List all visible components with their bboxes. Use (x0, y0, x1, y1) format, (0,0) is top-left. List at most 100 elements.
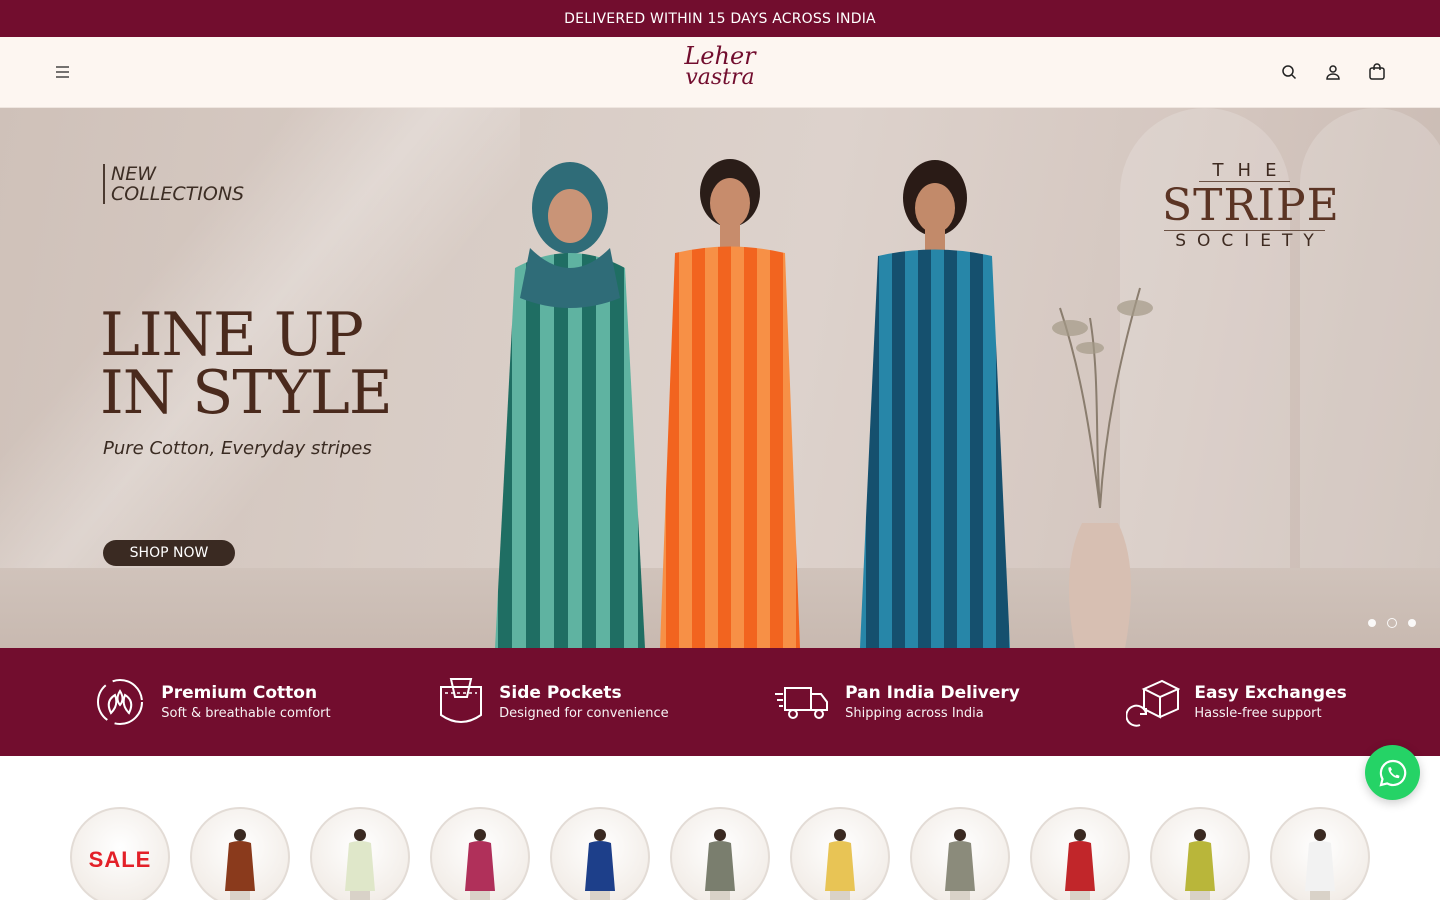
collection-society: SOCIETY (1164, 230, 1325, 251)
cart-button[interactable] (1364, 59, 1390, 85)
category-circle[interactable] (910, 807, 1010, 900)
model-blue-kurta-image (860, 160, 1010, 648)
category-model-pants (710, 891, 730, 900)
pocket-icon (440, 678, 483, 723)
category-sale[interactable]: SALE (70, 807, 170, 900)
shop-now-button[interactable]: SHOP NOW (103, 540, 235, 566)
announcement-bar: DELIVERED WITHIN 15 DAYS ACROSS INDIA (0, 0, 1440, 37)
brand-logo[interactable]: Leher vastra (684, 42, 756, 90)
category-model-kurta (945, 841, 975, 891)
brand-logo-line1: Leher (684, 42, 756, 70)
category-model-pants (590, 891, 610, 900)
hero-headline-line1: LINE UP (100, 300, 364, 370)
category-model-pants (230, 891, 250, 900)
category-circle[interactable] (670, 807, 770, 900)
category-model-pants (1070, 891, 1090, 900)
category-model-kurta (585, 841, 615, 891)
model-orange-kurta-image (660, 159, 800, 648)
account-button[interactable] (1320, 59, 1346, 85)
slider-dot[interactable] (1408, 619, 1416, 627)
category-model-image (345, 829, 375, 900)
feature-subtitle: Designed for convenience (499, 706, 669, 721)
category-model-head (474, 829, 486, 841)
category-model-image (585, 829, 615, 900)
shopping-bag-icon (1369, 63, 1385, 80)
category-model-kurta (705, 841, 735, 891)
collection-stripe: STRIPE (1162, 180, 1340, 231)
feature-subtitle: Hassle-free support (1194, 706, 1322, 721)
category-circle[interactable] (190, 807, 290, 900)
category-model-image (225, 829, 255, 900)
new-collections-line2: COLLECTIONS (111, 183, 245, 205)
feature-subtitle: Soft & breathable comfort (161, 706, 331, 721)
hero-headline: LINE UP IN STYLE (100, 300, 393, 423)
category-model-head (714, 829, 726, 841)
category-circles: SALE (0, 756, 1440, 900)
category-model-head (354, 829, 366, 841)
category-model-kurta (1305, 841, 1335, 891)
search-button[interactable] (1276, 59, 1302, 85)
hamburger-icon (56, 66, 69, 78)
category-circle[interactable] (1030, 807, 1130, 900)
feature-premium-cotton: Premium Cotton Soft & breathable comfort (93, 675, 331, 729)
category-model-head (234, 829, 246, 841)
announcement-text: DELIVERED WITHIN 15 DAYS ACROSS INDIA (564, 10, 876, 27)
category-model-pants (830, 891, 850, 900)
leaf-cotton-icon (97, 679, 144, 725)
feature-title: Pan India Delivery (845, 683, 1020, 703)
category-model-image (1305, 829, 1335, 900)
hero-banner[interactable]: NEW COLLECTIONS LINE UP IN STYLE Pure Co… (0, 108, 1440, 648)
category-model-image (705, 829, 735, 900)
delivery-truck-icon (775, 687, 829, 719)
collection-title: THE STRIPE SOCIETY (1162, 160, 1340, 251)
category-model-pants (350, 891, 370, 900)
category-model-image (465, 829, 495, 900)
category-circle[interactable] (550, 807, 650, 900)
slider-dots (1368, 618, 1416, 628)
slider-dot[interactable] (1368, 619, 1376, 627)
category-model-head (954, 829, 966, 841)
category-model-image (1065, 829, 1095, 900)
category-model-image (945, 829, 975, 900)
category-model-pants (950, 891, 970, 900)
category-circle[interactable] (1270, 807, 1370, 900)
hero-subline: Pure Cotton, Everyday stripes (103, 438, 372, 459)
sale-label: SALE (88, 847, 152, 872)
brand-logo-line2: vastra (685, 65, 755, 90)
user-icon (1326, 65, 1340, 80)
category-model-kurta (1185, 841, 1215, 891)
collection-the: THE (1198, 160, 1291, 182)
feature-subtitle: Shipping across India (845, 706, 984, 721)
header-actions (1276, 59, 1390, 85)
category-model-head (594, 829, 606, 841)
feature-easy-exchanges: Easy Exchanges Hassle-free support (1126, 675, 1347, 729)
category-model-kurta (345, 841, 375, 891)
features-bar: Premium Cotton Soft & breathable comfort… (0, 648, 1440, 756)
category-model-pants (470, 891, 490, 900)
whatsapp-icon (1378, 759, 1406, 787)
new-collections-tag: NEW COLLECTIONS (103, 164, 244, 204)
category-model-pants (1310, 891, 1330, 900)
menu-button[interactable] (50, 59, 76, 85)
exchange-box-icon (1126, 679, 1181, 727)
feature-side-pockets: Side Pockets Designed for convenience (437, 675, 669, 729)
category-circle[interactable] (790, 807, 890, 900)
category-model-image (825, 829, 855, 900)
category-model-head (1314, 829, 1326, 841)
category-circle[interactable] (1150, 807, 1250, 900)
feature-pan-india-delivery: Pan India Delivery Shipping across India (775, 682, 1020, 722)
category-model-head (1074, 829, 1086, 841)
category-circle[interactable] (430, 807, 530, 900)
slider-dot-active[interactable] (1387, 618, 1397, 628)
category-model-kurta (465, 841, 495, 891)
category-model-kurta (1065, 841, 1095, 891)
category-model-head (1194, 829, 1206, 841)
category-circle[interactable] (310, 807, 410, 900)
feature-title: Side Pockets (499, 683, 622, 703)
new-collections-line1: NEW (111, 163, 157, 185)
category-model-kurta (225, 841, 255, 891)
category-model-kurta (825, 841, 855, 891)
whatsapp-button[interactable] (1365, 745, 1420, 800)
feature-title: Premium Cotton (161, 683, 318, 703)
search-icon (1282, 65, 1297, 80)
